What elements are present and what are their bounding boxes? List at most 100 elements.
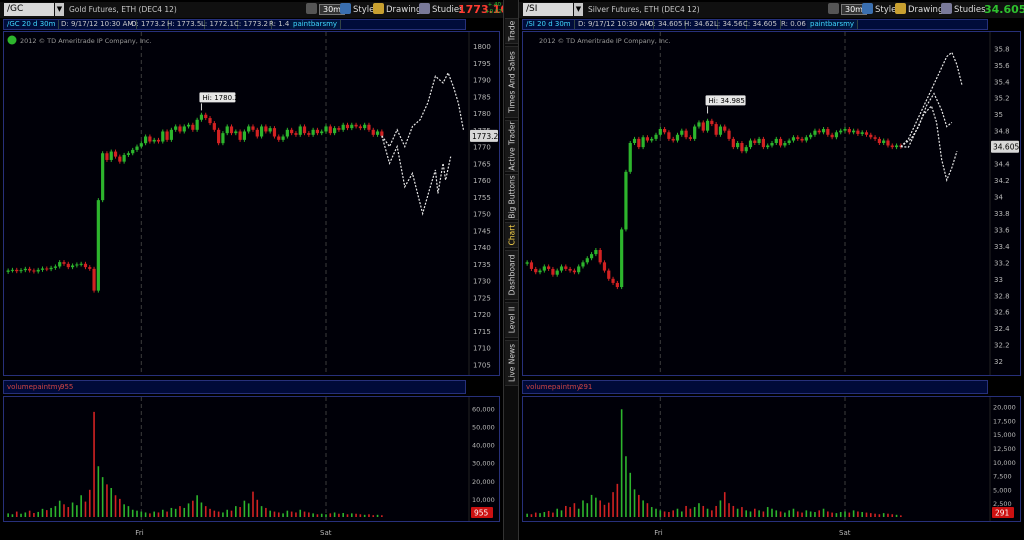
- volume-bar: [144, 512, 147, 517]
- volume-chart-svg: 60,000 50,000 40,000 30,000 20,000 10,000 955: [7, 397, 495, 521]
- candle-body: [585, 258, 589, 263]
- studies-button[interactable]: Studies: [941, 3, 986, 16]
- volume-bar: [796, 511, 799, 517]
- volume-bar: [196, 495, 198, 517]
- side-tab-big-buttons[interactable]: Big Buttons: [505, 174, 518, 220]
- copyright-text: 2012 © TD Ameritrade IP Company, Inc.: [539, 37, 671, 45]
- volume-bar: [15, 511, 18, 517]
- candle-body: [736, 143, 740, 148]
- volume-bar: [183, 507, 186, 517]
- candle-body: [727, 130, 731, 139]
- volume-bar: [136, 510, 138, 517]
- price-plot[interactable]: 35.835.635.435.23534.834.634.434.23433.8…: [522, 31, 1021, 376]
- candle-body: [320, 131, 324, 134]
- candle-body: [247, 126, 251, 132]
- volume-bar: [788, 510, 790, 517]
- candle-body: [62, 262, 66, 264]
- volume-bar: [381, 515, 383, 517]
- candle-body: [182, 126, 186, 132]
- side-tab-level-ii[interactable]: Level II: [505, 302, 518, 338]
- candle-body: [663, 129, 667, 133]
- side-tab-chart[interactable]: Chart: [505, 222, 518, 248]
- candle-body: [302, 126, 307, 134]
- candle-body: [667, 132, 671, 139]
- volume-bar: [46, 510, 48, 517]
- side-tab-times-and-sales[interactable]: Times And Sales: [505, 46, 518, 118]
- volume-bar: [222, 512, 224, 517]
- volume-bar: [878, 514, 881, 517]
- y-tick-label: 1715: [473, 328, 491, 336]
- drawings-button[interactable]: Drawings: [895, 3, 948, 16]
- volume-bar: [63, 504, 65, 517]
- symbol-dropdown-icon[interactable]: ▼: [55, 3, 64, 16]
- side-tab-dashboard[interactable]: Dashboard: [505, 250, 518, 300]
- side-tab-active-trader[interactable]: Active Trader: [505, 120, 518, 172]
- volume-bar: [213, 510, 216, 517]
- volume-bar: [616, 483, 619, 517]
- candle-body: [693, 126, 697, 139]
- volume-bar: [123, 504, 125, 517]
- volume-bar: [239, 507, 241, 517]
- volume-bar: [792, 508, 795, 517]
- volume-bar: [200, 502, 203, 517]
- y-tick-label: 33.4: [994, 243, 1010, 251]
- volume-header: volumepaintmy 955: [3, 380, 466, 394]
- volume-bar: [805, 510, 808, 517]
- y-tick-label: 35.4: [994, 78, 1010, 86]
- studies-button[interactable]: Studies: [419, 3, 464, 16]
- y-tick-label: 1710: [473, 345, 491, 353]
- volume-bar: [552, 512, 554, 517]
- study-label[interactable]: paintbarsmy: [807, 20, 859, 29]
- study-label[interactable]: paintbarsmy: [290, 20, 342, 29]
- volume-bar: [187, 503, 190, 517]
- volume-tick-label: 10,000: [472, 496, 495, 504]
- volume-plot[interactable]: 60,000 50,000 40,000 30,000 20,000 10,000 955: [3, 396, 500, 522]
- volume-bar: [209, 508, 211, 517]
- volume-bar: [655, 508, 657, 517]
- style-button[interactable]: Style: [340, 3, 374, 16]
- volume-bar: [809, 511, 812, 517]
- drawings-button[interactable]: Drawings: [373, 3, 426, 16]
- volume-tick-label: 20,000: [472, 478, 495, 486]
- symbol-input[interactable]: /GC: [4, 3, 54, 16]
- volume-study-label[interactable]: volumepaintmy: [7, 382, 62, 392]
- volume-plot[interactable]: 20,000 17,500 15,000 12,500 10,000 7,500 5,000…: [522, 396, 1021, 522]
- volume-bar: [363, 514, 366, 517]
- symbol-input[interactable]: /SI: [523, 3, 573, 16]
- candle-body: [259, 126, 264, 137]
- price-plot[interactable]: 1800179517901785178017751770176517601755…: [3, 31, 500, 376]
- candle-body: [650, 138, 654, 141]
- volume-bar: [355, 513, 357, 517]
- pencil-icon: [373, 3, 384, 14]
- volume-bar: [252, 491, 254, 517]
- style-button[interactable]: Style: [862, 3, 896, 16]
- volume-study-label[interactable]: volumepaintmy: [526, 382, 581, 392]
- y-tick-label: 33.6: [994, 226, 1010, 234]
- side-tab-live-news[interactable]: Live News: [505, 340, 518, 386]
- candle-body: [15, 269, 19, 272]
- volume-bar: [874, 513, 876, 517]
- symbol-dropdown-icon[interactable]: ▼: [574, 3, 583, 16]
- side-tab-trade[interactable]: Trade: [505, 18, 518, 44]
- volume-bar: [827, 511, 829, 517]
- volume-bar: [342, 513, 344, 517]
- y-tick-label: 1755: [473, 194, 491, 202]
- volume-bar: [127, 506, 130, 517]
- y-tick-label: 34.2: [994, 177, 1010, 185]
- candle-body: [534, 268, 538, 273]
- volume-bar: [560, 510, 563, 517]
- volume-bar: [590, 494, 593, 517]
- candle-body: [869, 134, 873, 138]
- style-label: Style: [353, 5, 375, 15]
- volume-bar: [848, 512, 851, 517]
- volume-bar: [368, 514, 370, 517]
- volume-bar: [192, 500, 194, 517]
- x-tick-label: Fri: [654, 529, 662, 537]
- candle-body: [839, 130, 843, 133]
- volume-bar: [577, 508, 580, 517]
- y-tick-label: 35.6: [994, 62, 1010, 70]
- y-tick-label: 1795: [473, 60, 491, 68]
- y-tick-label: 1765: [473, 160, 491, 168]
- candle-body: [821, 129, 826, 133]
- y-tick-label: 1735: [473, 261, 491, 269]
